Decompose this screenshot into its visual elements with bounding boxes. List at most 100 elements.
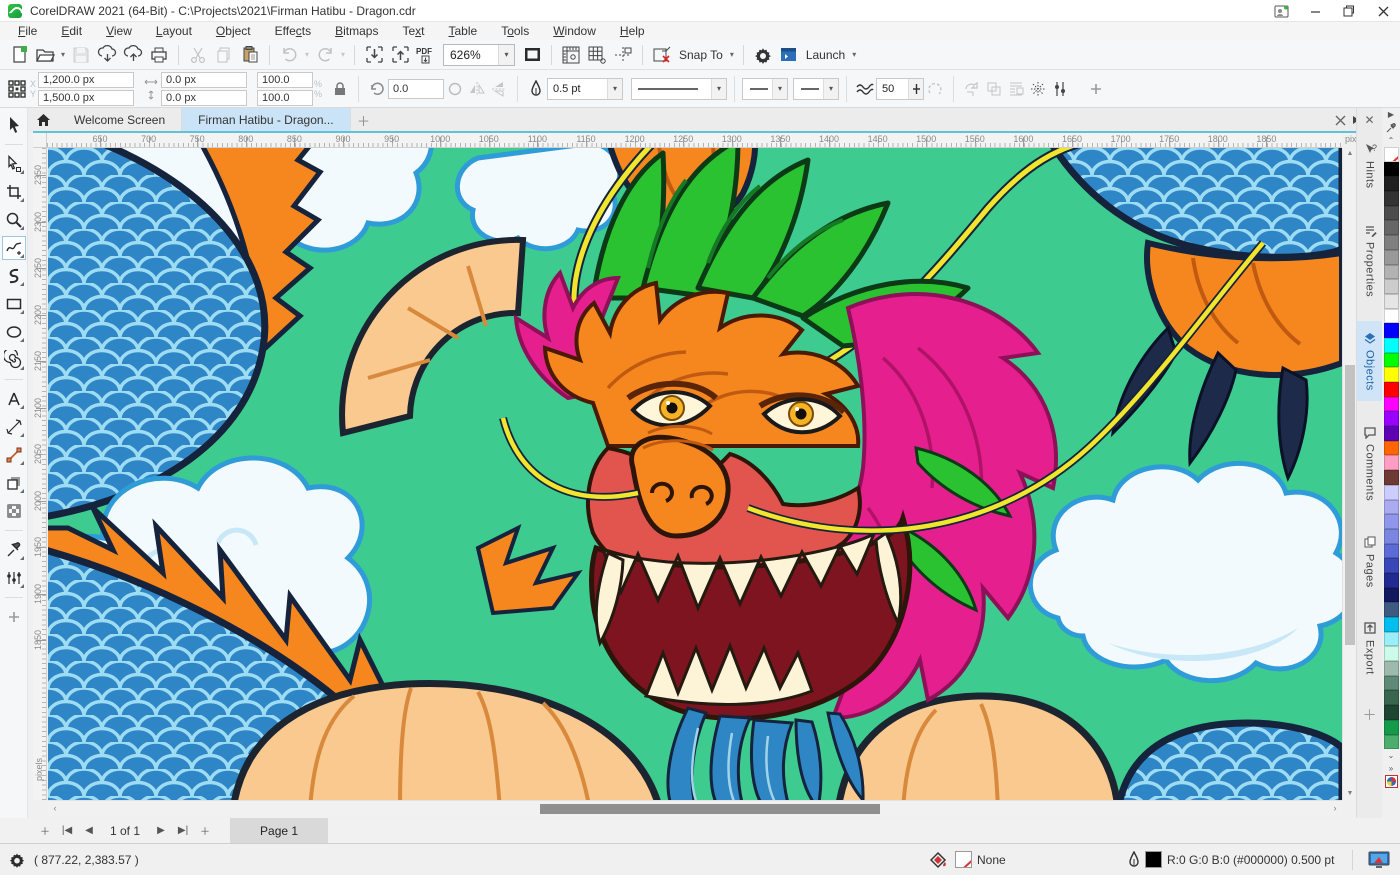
artistic-media-tool[interactable]: [2, 264, 26, 288]
options-gear-button[interactable]: [750, 42, 776, 68]
freehand-tool[interactable]: [1, 236, 26, 260]
swatch-ccfbe9[interactable]: [1383, 646, 1399, 662]
ruler-origin[interactable]: [33, 133, 47, 148]
swatch-no-color[interactable]: [1383, 147, 1399, 162]
swatch-00ffff[interactable]: [1383, 337, 1399, 353]
drawing-canvas[interactable]: [48, 148, 1342, 800]
swatch-3d5a80[interactable]: [1383, 602, 1399, 617]
next-page-button[interactable]: ▶: [150, 820, 172, 842]
palette-options-icon[interactable]: [1383, 775, 1399, 789]
show-rulers-button[interactable]: [558, 42, 584, 68]
swatch-ababf2[interactable]: [1383, 499, 1399, 515]
dimension-tool[interactable]: [2, 415, 26, 439]
swatch-5e00b3[interactable]: [1383, 426, 1399, 441]
menu-item-bitmaps[interactable]: Bitmaps: [323, 24, 390, 38]
arrow-start-combo[interactable]: ▾: [742, 77, 788, 100]
swatch-ff6600[interactable]: [1383, 440, 1399, 456]
ellipse-tool[interactable]: [2, 320, 26, 344]
print-button[interactable]: [146, 42, 172, 68]
object-y-field[interactable]: 1,500.0 px: [38, 89, 134, 106]
text-tool[interactable]: [2, 387, 26, 411]
interactive-fill-tool[interactable]: [2, 566, 26, 590]
rectangle-tool[interactable]: [2, 292, 26, 316]
launch-icon[interactable]: [776, 42, 802, 68]
docker-tab-objects[interactable]: Objects: [1356, 320, 1383, 401]
swatch-7b86e0[interactable]: [1383, 528, 1399, 544]
connector-tool[interactable]: [2, 443, 26, 467]
docker-tab-properties[interactable]: Properties: [1357, 213, 1383, 307]
palette-expand[interactable]: »: [1383, 762, 1399, 775]
swatch-6e3a34[interactable]: [1383, 470, 1399, 485]
scroll-right-arrow[interactable]: ›: [1328, 801, 1342, 817]
docker-tab-hints[interactable]: ? Hints: [1357, 132, 1383, 199]
swatch-b2b2b2[interactable]: [1383, 264, 1399, 280]
scroll-down-arrow[interactable]: ▼: [1343, 788, 1357, 800]
outline-width-combo[interactable]: 0.5 pt ▾: [547, 77, 623, 100]
show-grid-button[interactable]: [584, 42, 610, 68]
swatch-159a4a[interactable]: [1383, 719, 1399, 735]
object-width-field[interactable]: 0.0 px: [161, 71, 247, 88]
import-button[interactable]: [361, 42, 387, 68]
swatch-ccccff[interactable]: [1383, 484, 1399, 500]
scale-y-field[interactable]: 100.0: [257, 89, 313, 106]
zoom-level-combo[interactable]: 626% ▾: [443, 43, 515, 66]
drop-shadow-tool[interactable]: [2, 471, 26, 495]
polygon-tool[interactable]: [2, 348, 26, 372]
swatch-999999[interactable]: [1383, 249, 1399, 265]
docker-tab-export[interactable]: Export: [1357, 611, 1383, 685]
zoom-tool[interactable]: [2, 208, 26, 232]
object-x-field[interactable]: 1,200.0 px: [38, 71, 134, 88]
close-button[interactable]: [1366, 0, 1400, 22]
arrow-end-combo[interactable]: ▾: [793, 77, 839, 100]
propbar-customize-plus[interactable]: [1085, 78, 1107, 100]
fill-swatch[interactable]: [955, 851, 972, 868]
palette-flyout-arrow[interactable]: ▶: [1383, 108, 1399, 121]
menu-item-view[interactable]: View: [94, 24, 144, 38]
swatch-cccccc[interactable]: [1383, 279, 1399, 294]
fullscreen-preview-button[interactable]: [519, 42, 545, 68]
line-style-combo[interactable]: ▾: [631, 77, 727, 100]
home-tab[interactable]: [28, 108, 58, 132]
minimize-button[interactable]: [1298, 0, 1332, 22]
swatch-333333[interactable]: [1383, 191, 1399, 206]
close-document-icon[interactable]: [1335, 115, 1346, 126]
swatch-ff00ff[interactable]: [1383, 396, 1399, 412]
launch-dropdown-arrow[interactable]: ▾: [849, 50, 859, 59]
eyedropper-tool[interactable]: [2, 538, 26, 562]
swatch-1c4632[interactable]: [1383, 705, 1399, 720]
swatch-3947b8[interactable]: [1383, 558, 1399, 573]
more-tools[interactable]: [2, 605, 26, 629]
swatch-4c4c4c[interactable]: [1383, 205, 1399, 221]
palette-eyedropper-icon[interactable]: [1383, 121, 1399, 134]
zoom-dropdown-arrow[interactable]: ▾: [498, 44, 514, 65]
menu-item-layout[interactable]: Layout: [144, 24, 204, 38]
add-docker-button[interactable]: ＋: [1363, 705, 1377, 725]
menu-item-object[interactable]: Object: [204, 24, 263, 38]
rotation-angle-field[interactable]: 0.0: [388, 78, 444, 99]
snap-to-dropdown-arrow[interactable]: ▾: [727, 50, 737, 59]
account-icon[interactable]: [1264, 0, 1298, 22]
snap-off-button[interactable]: [649, 42, 675, 68]
pick-tool[interactable]: [2, 113, 26, 137]
shape-tool[interactable]: [2, 152, 26, 176]
new-tab-button[interactable]: ＋: [351, 108, 377, 132]
swatch-5e8a77[interactable]: [1383, 675, 1399, 691]
swatch-202a90[interactable]: [1383, 572, 1399, 588]
open-dropdown-arrow[interactable]: ▾: [58, 50, 68, 59]
swatch-4cae6d[interactable]: [1383, 734, 1399, 750]
add-page-before-button[interactable]: ＋: [34, 820, 56, 842]
launch-label[interactable]: Launch: [806, 48, 845, 62]
swatch-39664f[interactable]: [1383, 690, 1399, 706]
transparency-tool[interactable]: [2, 499, 26, 523]
swatch-12195f[interactable]: [1383, 587, 1399, 603]
add-page-after-button[interactable]: ＋: [194, 820, 216, 842]
cloud-open-button[interactable]: [94, 42, 120, 68]
swatch-ffff00[interactable]: [1383, 367, 1399, 382]
page-1-tab[interactable]: Page 1: [230, 818, 329, 843]
lock-ratio-button[interactable]: [329, 78, 351, 100]
menu-item-table[interactable]: Table: [437, 24, 490, 38]
menu-item-tools[interactable]: Tools: [489, 24, 541, 38]
swatch-9096ea[interactable]: [1383, 514, 1399, 529]
swatch-99eef7[interactable]: [1383, 631, 1399, 647]
publish-pdf-button[interactable]: PDF: [413, 42, 439, 68]
